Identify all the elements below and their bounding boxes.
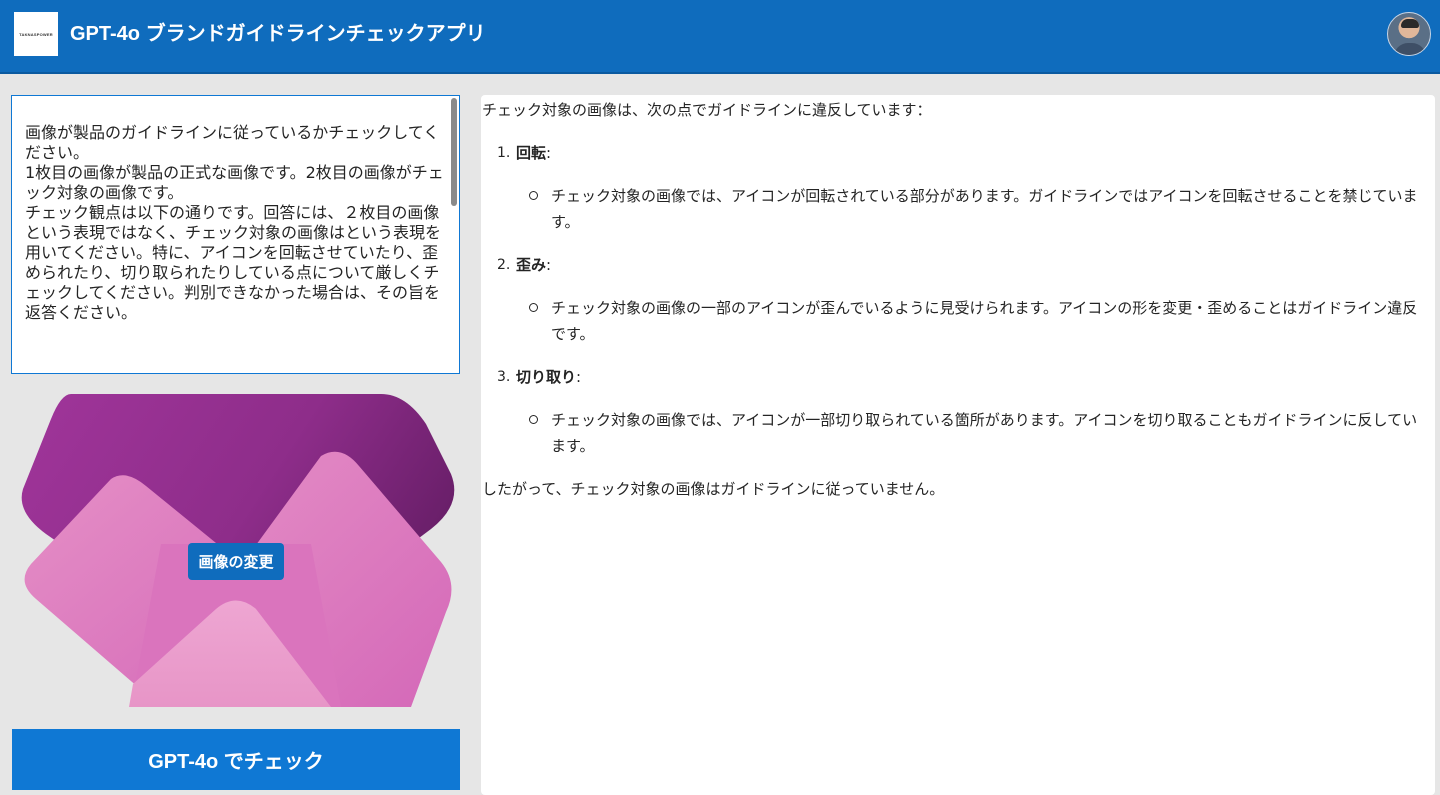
result-content: チェック対象の画像は、次の点でガイドラインに違反しています： 1. 回転: チェッ… xyxy=(482,98,1427,502)
circle-bullet-icon xyxy=(529,415,538,424)
circle-bullet-icon xyxy=(529,303,538,312)
logo-text: TAKNASPOWER xyxy=(19,31,53,37)
app-header: TAKNASPOWER GPT-4o ブランドガイドラインチェックアプリ xyxy=(0,0,1440,74)
prompt-text: 画像が製品のガイドラインに従っているかチェックしてください。 1枚目の画像が製品… xyxy=(25,123,449,323)
prompt-scrollbar[interactable] xyxy=(449,96,459,373)
result-item-suffix: : xyxy=(546,144,552,162)
result-item-number: 3. xyxy=(497,369,511,385)
result-item-detail: チェック対象の画像では、アイコンが一部切り取られている箇所があります。アイコンを… xyxy=(529,407,1427,459)
result-item-detail: チェック対象の画像の一部のアイコンが歪んでいるように見受けられます。アイコンの形… xyxy=(529,295,1427,347)
prompt-line-1: 画像が製品のガイドラインに従っているかチェックしてください。 xyxy=(25,123,440,162)
result-sub-list: チェック対象の画像では、アイコンが一部切り取られている箇所があります。アイコンを… xyxy=(516,407,1427,459)
result-item-rotation: 1. 回転: チェック対象の画像では、アイコンが回転されている部分があります。ガイ… xyxy=(497,141,1427,235)
change-image-button[interactable]: 画像の変更 xyxy=(188,543,284,580)
result-item-suffix: : xyxy=(576,368,582,386)
check-button[interactable]: GPT-4o でチェック xyxy=(12,729,460,790)
circle-bullet-icon xyxy=(529,191,538,200)
result-item-title: 切り取り xyxy=(516,368,577,386)
result-item-number: 2. xyxy=(497,257,511,273)
app-title: GPT-4o ブランドガイドラインチェックアプリ xyxy=(70,23,486,45)
result-panel: チェック対象の画像は、次の点でガイドラインに違反しています： 1. 回転: チェッ… xyxy=(481,95,1435,795)
result-intro: チェック対象の画像は、次の点でガイドラインに違反しています： xyxy=(482,101,932,119)
prompt-line-2: 1枚目の画像が製品の正式な画像です。2枚目の画像がチェック対象の画像です。 xyxy=(25,163,444,202)
result-item-detail: チェック対象の画像では、アイコンが回転されている部分があります。ガイドラインでは… xyxy=(529,183,1427,235)
result-item-head: 1. 回転: xyxy=(497,141,1427,166)
result-sub-list: チェック対象の画像では、アイコンが回転されている部分があります。ガイドラインでは… xyxy=(516,183,1427,235)
result-item-head: 2. 歪み: xyxy=(497,253,1427,278)
result-item-detail-text: チェック対象の画像では、アイコンが回転されている部分があります。ガイドラインでは… xyxy=(551,187,1418,231)
result-item-distortion: 2. 歪み: チェック対象の画像の一部のアイコンが歪んでいるように見受けられます。… xyxy=(497,253,1427,347)
result-item-suffix: : xyxy=(546,256,552,274)
result-item-cropping: 3. 切り取り: チェック対象の画像では、アイコンが一部切り取られている箇所があり… xyxy=(497,365,1427,459)
prompt-line-3: チェック観点は以下の通りです。回答には、２枚目の画像という表現ではなく、チェック… xyxy=(25,203,442,322)
user-avatar[interactable] xyxy=(1387,12,1431,56)
result-item-title: 歪み xyxy=(516,256,547,274)
result-sub-list: チェック対象の画像の一部のアイコンが歪んでいるように見受けられます。アイコンの形… xyxy=(516,295,1427,347)
result-list: 1. 回転: チェック対象の画像では、アイコンが回転されている部分があります。ガイ… xyxy=(482,141,1427,459)
result-item-detail-text: チェック対象の画像では、アイコンが一部切り取られている箇所があります。アイコンを… xyxy=(551,411,1418,455)
result-item-title: 回転 xyxy=(516,144,547,162)
result-conclusion: したがって、チェック対象の画像はガイドラインに従っていません。 xyxy=(482,480,945,498)
result-item-detail-text: チェック対象の画像の一部のアイコンが歪んでいるように見受けられます。アイコンの形… xyxy=(551,299,1418,343)
avatar-hair xyxy=(1401,19,1419,28)
prompt-textarea[interactable]: 画像が製品のガイドラインに従っているかチェックしてください。 1枚目の画像が製品… xyxy=(11,95,460,374)
result-item-head: 3. 切り取り: xyxy=(497,365,1427,390)
result-item-number: 1. xyxy=(497,145,511,161)
app-logo: TAKNASPOWER xyxy=(14,12,58,56)
prompt-scrollbar-thumb[interactable] xyxy=(451,98,457,206)
avatar-body xyxy=(1394,43,1426,55)
